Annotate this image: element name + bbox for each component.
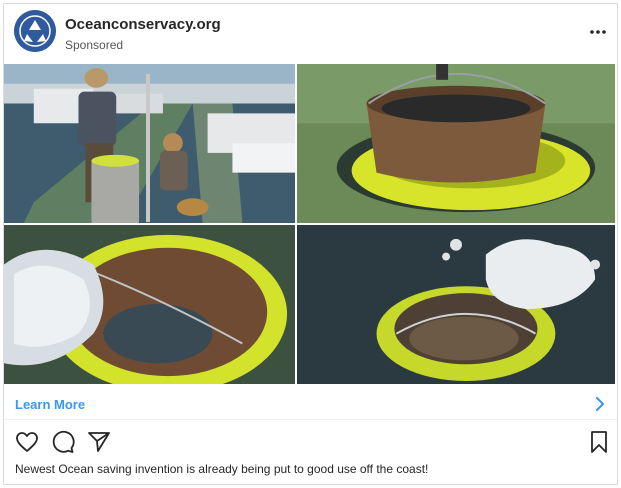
photo-bin-with-bag bbox=[4, 225, 297, 386]
bookmark-icon[interactable] bbox=[587, 430, 611, 454]
photo-bin-in-water bbox=[297, 225, 617, 386]
recycle-logo-icon bbox=[14, 10, 56, 52]
more-horizontal-icon[interactable] bbox=[589, 28, 607, 36]
cta-label: Learn More bbox=[15, 397, 86, 412]
heart-icon[interactable] bbox=[15, 430, 39, 454]
photo-bin-mesh-bag bbox=[297, 64, 617, 225]
learn-more-link[interactable]: Learn More bbox=[4, 388, 617, 420]
post-image-grid[interactable] bbox=[4, 64, 617, 386]
sponsored-post-card: Oceanconservacy.org Sponsored Learn More… bbox=[3, 3, 618, 485]
post-actions bbox=[4, 424, 617, 460]
comment-icon[interactable] bbox=[51, 430, 75, 454]
chevron-right-icon bbox=[596, 397, 604, 411]
post-header: Oceanconservacy.org Sponsored bbox=[4, 4, 617, 64]
avatar[interactable] bbox=[14, 10, 56, 52]
photo-marina-people bbox=[4, 64, 297, 225]
paper-plane-icon[interactable] bbox=[87, 430, 111, 454]
account-name[interactable]: Oceanconservacy.org bbox=[65, 16, 221, 33]
post-caption: Newest Ocean saving invention is already… bbox=[15, 462, 429, 476]
sponsored-label: Sponsored bbox=[65, 38, 124, 52]
